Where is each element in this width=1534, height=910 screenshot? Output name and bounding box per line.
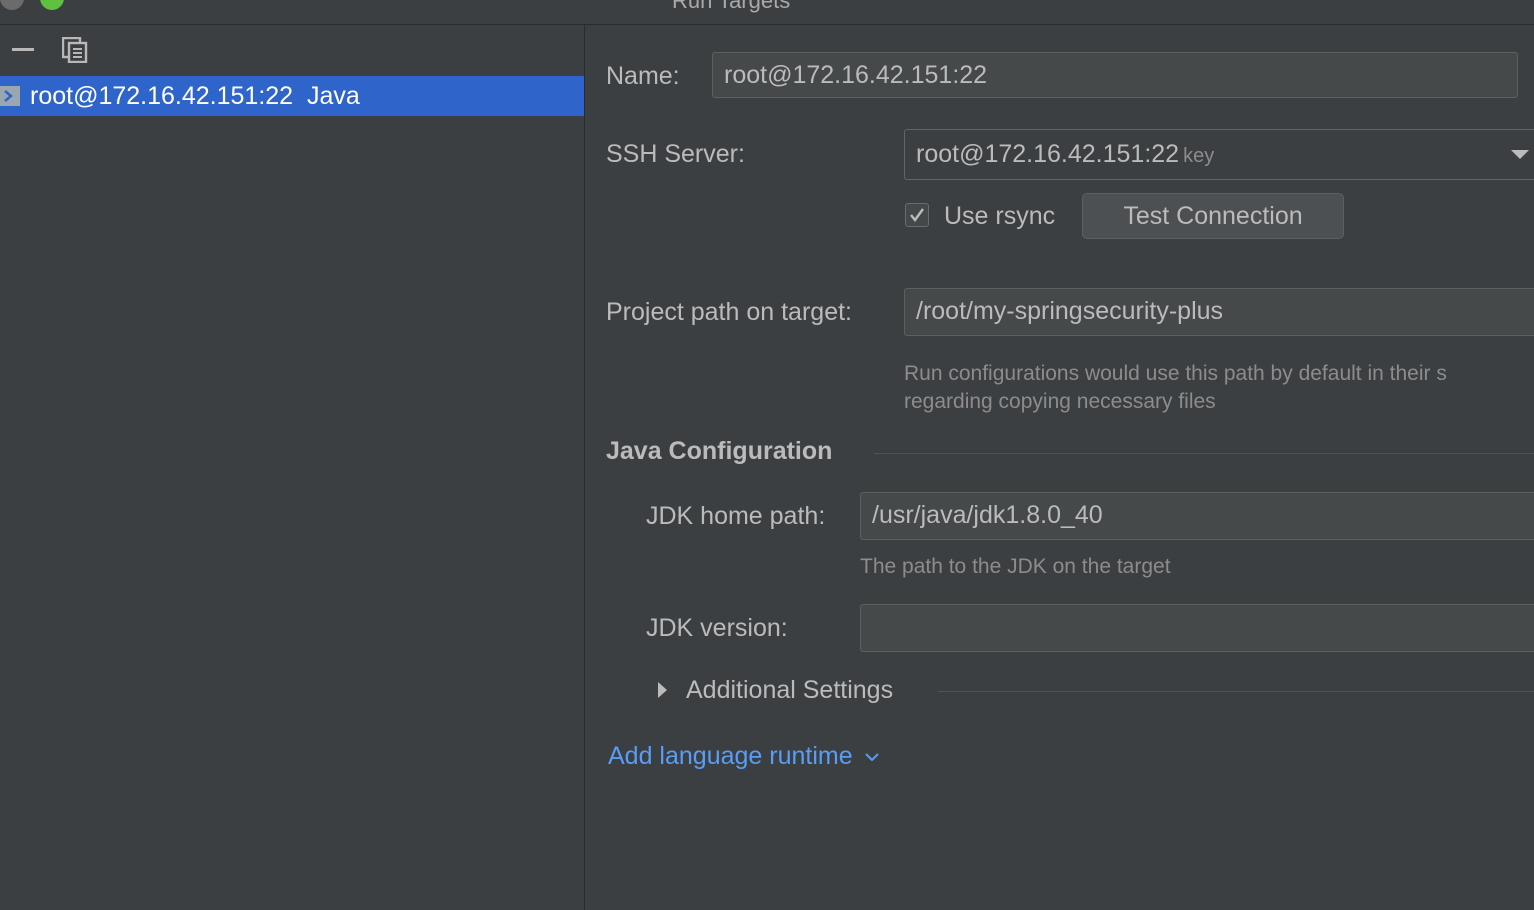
ssh-server-value: root@172.16.42.151:22 [916,140,1180,168]
checkmark-icon [910,208,924,222]
use-rsync-label[interactable]: Use rsync [944,202,1055,231]
project-path-hint: Run configurations would use this path b… [904,360,1447,416]
additional-settings-toggle[interactable]: Additional Settings [686,676,893,705]
add-language-runtime-label: Add language runtime [608,742,853,770]
copy-icon[interactable] [62,37,88,63]
additional-settings-divider [938,691,1534,692]
minus-icon[interactable] [12,48,34,51]
name-label: Name: [606,62,680,90]
use-rsync-checkbox[interactable] [905,203,929,227]
chevron-down-icon [1511,150,1529,159]
project-path-hint-line1: Run configurations would use this path b… [904,362,1447,385]
title-bar: Run Targets [0,0,1534,25]
ssh-target-icon [0,86,20,106]
run-target-settings-panel: Name: root@172.16.42.151:22 SSH Server: … [586,25,1534,910]
window-title: Run Targets [672,0,791,13]
name-value: root@172.16.42.151:22 [724,61,988,89]
ssh-server-label: SSH Server: [606,140,745,168]
chevron-down-icon [864,753,879,762]
window-close-button[interactable] [0,0,24,10]
project-path-label: Project path on target: [606,298,852,326]
window-zoom-button[interactable] [40,0,64,10]
project-path-hint-line2: regarding copying necessary files [904,390,1216,413]
jdk-home-hint: The path to the JDK on the target [860,555,1171,578]
test-connection-button[interactable]: Test Connection [1082,193,1344,239]
jdk-version-label: JDK version: [646,614,788,642]
run-targets-list-panel: root@172.16.42.151:22 Java [0,25,585,910]
project-path-value: /root/my-springsecurity-plus [916,297,1224,325]
jdk-version-field[interactable] [860,604,1534,652]
ssh-server-dropdown[interactable]: root@172.16.42.151:22 key [904,129,1534,180]
jdk-home-field[interactable]: /usr/java/jdk1.8.0_40 [860,492,1534,540]
section-divider [874,453,1534,454]
sidebar-item-label: root@172.16.42.151:22 Java [30,82,360,110]
project-path-field[interactable]: /root/my-springsecurity-plus [904,288,1534,336]
java-configuration-title: Java Configuration [606,437,833,465]
ssh-auth-type: key [1183,145,1215,167]
name-field[interactable]: root@172.16.42.151:22 [712,52,1518,98]
jdk-home-label: JDK home path: [646,502,826,530]
expand-triangle-icon[interactable] [656,681,668,699]
jdk-home-value: /usr/java/jdk1.8.0_40 [872,501,1103,529]
sidebar-item-ssh-target[interactable]: root@172.16.42.151:22 Java [0,76,584,116]
add-language-runtime-link[interactable]: Add language runtime [608,742,880,771]
